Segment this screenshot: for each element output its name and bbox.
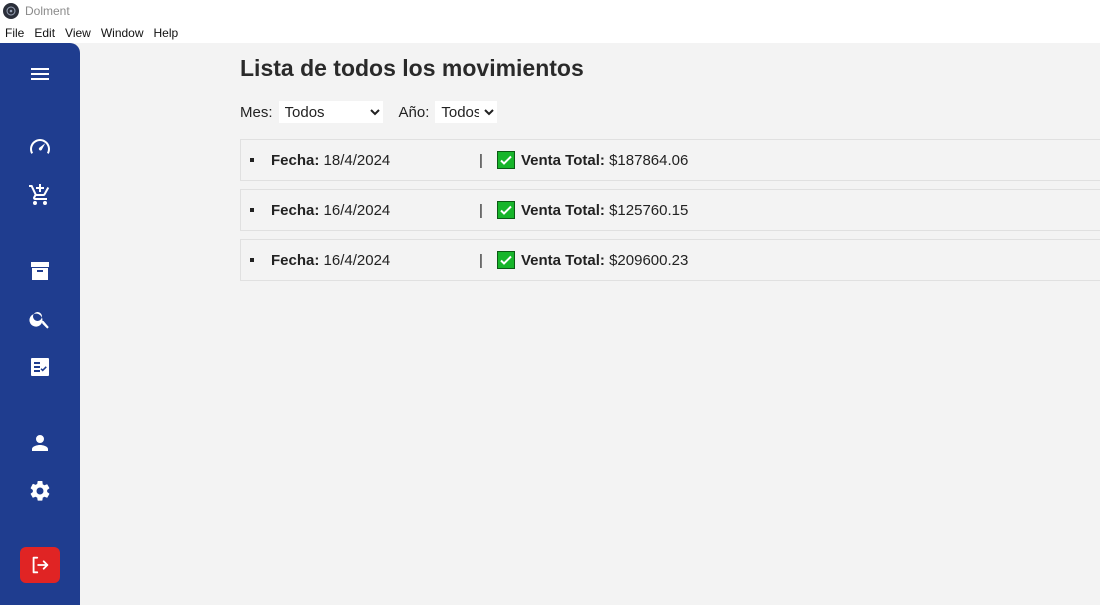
total-label: Venta Total: — [521, 201, 605, 219]
check-icon — [497, 201, 515, 219]
menu-file[interactable]: File — [5, 26, 24, 40]
bullet-marker — [250, 258, 254, 262]
movement-date: Fecha: 18/4/2024 — [271, 152, 390, 169]
menu-edit[interactable]: Edit — [34, 26, 55, 40]
sidebar-item-new-sale[interactable] — [20, 177, 60, 213]
menu-help[interactable]: Help — [154, 26, 179, 40]
total-value: $209600.23 — [609, 251, 689, 269]
bullet-marker — [250, 208, 254, 212]
bullet-marker — [250, 158, 254, 162]
date-label: Fecha: — [271, 151, 320, 169]
page-title: Lista de todos los movimientos — [240, 55, 584, 81]
date-label: Fecha: — [271, 201, 320, 219]
sidebar-item-archive[interactable] — [20, 253, 60, 289]
date-value: 16/4/2024 — [323, 251, 391, 269]
menu-window[interactable]: Window — [101, 26, 144, 40]
sidebar-item-dashboard[interactable] — [20, 129, 60, 165]
archive-icon — [31, 262, 49, 280]
sidebar-item-search[interactable] — [20, 301, 60, 337]
logout-button[interactable] — [20, 547, 60, 583]
movement-row[interactable]: Fecha: 18/4/2024 | Venta Total: $187864.… — [240, 139, 1100, 181]
month-select[interactable]: Todos — [278, 101, 383, 123]
menu-view[interactable]: View — [65, 26, 91, 40]
menu-toggle-button[interactable] — [20, 56, 60, 92]
menu-bar: File Edit View Window Help — [0, 22, 1100, 43]
movement-date: Fecha: 16/4/2024 — [271, 252, 390, 269]
search-icon — [29, 312, 49, 329]
check-icon — [497, 151, 515, 169]
sidebar-item-settings[interactable] — [20, 473, 60, 509]
sidebar-item-user[interactable] — [20, 425, 60, 461]
add-cart-icon — [29, 184, 50, 205]
year-select[interactable]: Todos — [435, 101, 498, 123]
movement-row[interactable]: Fecha: 16/4/2024 | Venta Total: $125760.… — [240, 189, 1100, 231]
movement-total: Venta Total: $125760.15 — [521, 202, 688, 219]
separator: | — [479, 201, 483, 219]
window-title: Dolment — [25, 4, 70, 18]
total-value: $125760.15 — [609, 201, 689, 219]
date-value: 16/4/2024 — [323, 201, 391, 219]
movement-total: Venta Total: $209600.23 — [521, 252, 688, 269]
window-titlebar: Dolment — [0, 0, 1100, 22]
movement-total: Venta Total: $187864.06 — [521, 152, 688, 169]
filters-bar: Mes: Todos Año: Todos — [240, 100, 498, 124]
movement-date: Fecha: 16/4/2024 — [271, 202, 390, 219]
separator: | — [479, 151, 483, 169]
movements-list: Fecha: 18/4/2024 | Venta Total: $187864.… — [240, 139, 1100, 289]
user-icon — [32, 435, 48, 451]
movement-row[interactable]: Fecha: 16/4/2024 | Venta Total: $209600.… — [240, 239, 1100, 281]
settings-icon — [30, 480, 50, 501]
sidebar-item-movements[interactable] — [20, 349, 60, 385]
total-value: $187864.06 — [609, 151, 689, 169]
checklist-icon — [31, 358, 49, 376]
total-label: Venta Total: — [521, 151, 605, 169]
check-icon — [497, 251, 515, 269]
separator: | — [479, 251, 483, 269]
menu-icon — [31, 68, 49, 80]
month-filter-label: Mes: — [240, 103, 273, 121]
date-value: 18/4/2024 — [323, 151, 391, 169]
sidebar — [0, 43, 80, 605]
year-filter-label: Año: — [398, 103, 430, 121]
app-logo-icon — [3, 3, 19, 19]
date-label: Fecha: — [271, 251, 320, 269]
dashboard-icon — [30, 139, 50, 154]
logout-icon — [32, 556, 49, 574]
total-label: Venta Total: — [521, 251, 605, 269]
